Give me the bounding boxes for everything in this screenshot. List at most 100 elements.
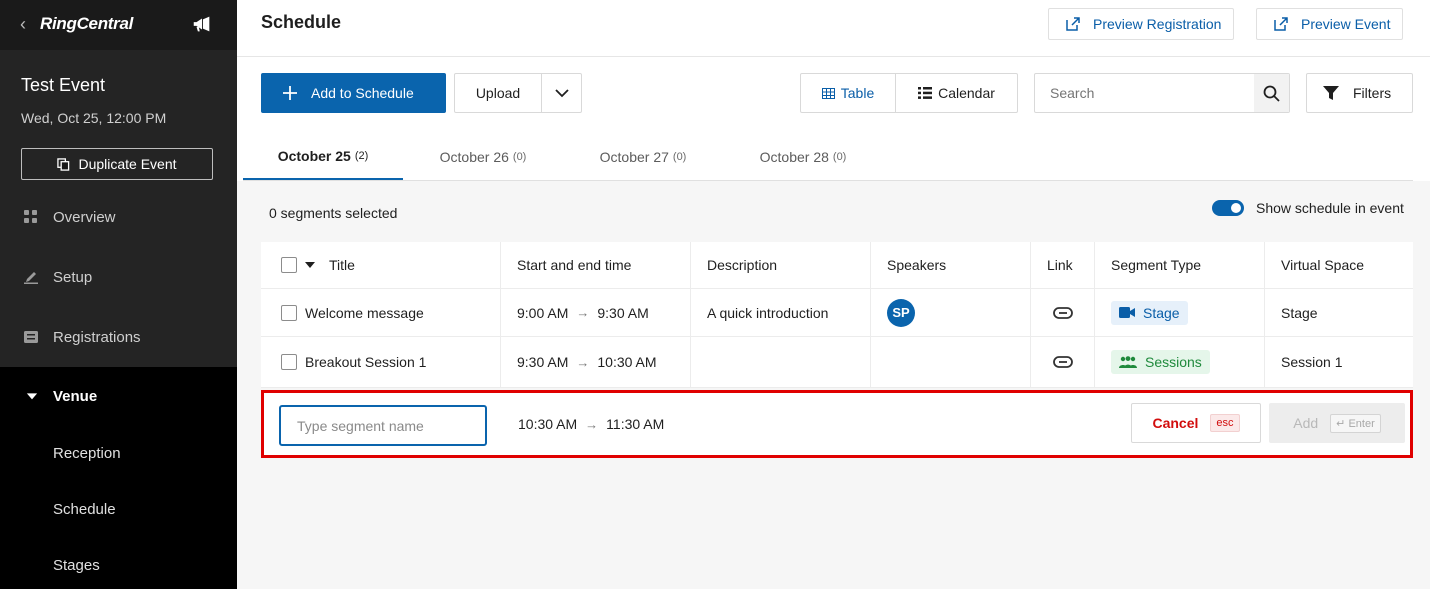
show-schedule-toggle-row: Show schedule in event — [1212, 200, 1404, 216]
row-title-cell: Welcome message — [261, 289, 501, 336]
back-chevron-icon[interactable]: ‹ — [20, 14, 26, 35]
column-segment-type: Segment Type — [1095, 242, 1265, 288]
row-description: A quick introduction — [691, 289, 871, 336]
duplicate-event-label: Duplicate Event — [78, 156, 177, 172]
speaker-avatar[interactable]: SP — [887, 298, 915, 327]
tab-count: (2) — [354, 149, 369, 162]
sidebar-item-overview[interactable]: Overview — [0, 187, 237, 247]
segment-name-input[interactable] — [279, 405, 487, 446]
arrow-right-icon: → — [576, 305, 590, 320]
table-row[interactable]: Breakout Session 1 9:30 AM → 10:30 AM Se… — [261, 337, 1413, 388]
row-checkbox[interactable] — [281, 354, 297, 370]
row-start-time: 9:30 AM — [517, 354, 569, 370]
chevron-down-icon — [554, 88, 569, 97]
tab-october-25[interactable]: October 25 (2) — [243, 133, 403, 180]
row-description — [691, 337, 871, 387]
sidebar-subitem-label: Reception — [53, 444, 121, 462]
table-header-row: Title Start and end time Description Spe… — [261, 242, 1413, 289]
view-toggle: Table Calendar — [800, 73, 1018, 113]
row-link-cell — [1031, 289, 1095, 336]
arrow-right-icon: → — [585, 416, 599, 432]
pencil-icon — [24, 272, 38, 284]
preview-event-button[interactable]: Preview Event — [1256, 8, 1404, 40]
column-title: Title — [261, 242, 501, 288]
sidebar-item-setup[interactable]: Setup — [0, 247, 237, 307]
view-table-button[interactable]: Table — [801, 74, 896, 112]
sidebar-subitem-label: Schedule — [53, 500, 116, 518]
plus-icon — [283, 86, 297, 100]
row-title: Breakout Session 1 — [305, 354, 427, 370]
caret-down-icon — [26, 393, 38, 400]
segment-type-badge: Stage — [1111, 300, 1188, 325]
sidebar: ‹ RingCentral Test Event Wed, Oct 25, 12… — [0, 0, 237, 589]
caret-down-icon[interactable] — [305, 262, 315, 268]
add-to-schedule-label: Add to Schedule — [311, 85, 414, 101]
new-segment-start: 10:30 AM — [518, 416, 578, 432]
tab-october-27[interactable]: October 27 (0) — [563, 133, 723, 180]
new-segment-time[interactable]: 10:30 AM → 11:30 AM — [518, 416, 664, 432]
sidebar-item-label: Venue — [53, 387, 98, 405]
tab-october-26[interactable]: October 26 (0) — [403, 133, 563, 180]
tab-october-28[interactable]: October 28 (0) — [723, 133, 883, 180]
row-title-cell: Breakout Session 1 — [261, 337, 501, 387]
segment-type-label: Stage — [1143, 304, 1180, 321]
duplicate-event-button[interactable]: Duplicate Event — [21, 148, 213, 180]
upload-split-button: Upload — [454, 73, 582, 113]
sidebar-item-registrations[interactable]: Registrations — [0, 307, 237, 367]
sidebar-nav: Overview Setup Registrations Venue Recep… — [0, 187, 237, 589]
page-header: Schedule Preview Registration Preview Ev… — [237, 0, 1430, 57]
people-group-icon — [1119, 355, 1137, 368]
cancel-button[interactable]: Cancel esc — [1131, 403, 1261, 443]
row-end-time: 9:30 AM — [597, 304, 649, 321]
search-button[interactable] — [1254, 74, 1289, 112]
enter-shortcut-hint: ↵ Enter — [1330, 413, 1381, 433]
sidebar-subitem-reception[interactable]: Reception — [0, 425, 237, 481]
external-link-icon — [1274, 17, 1288, 31]
brand-logo[interactable]: RingCentral — [40, 14, 133, 34]
view-calendar-label: Calendar — [938, 85, 995, 101]
copy-icon — [57, 157, 70, 171]
row-speakers-cell: SP — [871, 289, 1031, 336]
link-icon[interactable] — [1052, 356, 1073, 368]
arrow-right-icon: → — [576, 354, 590, 370]
sidebar-item-label: Overview — [53, 208, 116, 226]
event-name: Test Event — [21, 75, 106, 95]
schedule-table: Title Start and end time Description Spe… — [261, 242, 1413, 388]
row-virtual-space: Stage — [1281, 304, 1318, 321]
row-segment-type-cell: Sessions — [1095, 337, 1265, 387]
preview-registration-button[interactable]: Preview Registration — [1048, 8, 1235, 40]
sidebar-item-venue[interactable]: Venue — [0, 367, 237, 425]
column-virtual-space: Virtual Space — [1281, 257, 1365, 273]
table-row[interactable]: Welcome message 9:00 AM → 9:30 AM A quic… — [261, 289, 1413, 337]
link-icon[interactable] — [1052, 306, 1073, 319]
preview-registration-label: Preview Registration — [1093, 16, 1222, 32]
date-tabs: October 25 (2) October 26 (0) October 27 (0… — [243, 133, 1413, 181]
add-segment-button[interactable]: Add ↵ Enter — [1269, 403, 1405, 443]
sidebar-subitem-schedule[interactable]: Schedule — [0, 481, 237, 537]
cancel-label: Cancel — [1152, 415, 1199, 431]
show-schedule-switch[interactable] — [1212, 200, 1244, 216]
segment-type-badge: Sessions — [1111, 350, 1210, 374]
show-schedule-label: Show schedule in event — [1256, 200, 1404, 216]
upload-options-button[interactable] — [542, 74, 581, 112]
tab-count: (0) — [672, 150, 687, 163]
row-checkbox[interactable] — [281, 304, 297, 321]
view-table-label: Table — [840, 85, 875, 101]
row-speakers-cell — [871, 337, 1031, 387]
new-segment-end: 11:30 AM — [606, 416, 665, 432]
tab-label: October 28 — [759, 148, 829, 165]
upload-button[interactable]: Upload — [455, 74, 542, 112]
column-time: Start and end time — [501, 242, 691, 288]
megaphone-icon[interactable] — [191, 13, 213, 35]
tab-count: (0) — [512, 150, 527, 163]
add-label: Add — [1293, 415, 1319, 431]
sidebar-item-label: Registrations — [53, 328, 141, 346]
esc-shortcut-hint: esc — [1210, 414, 1240, 432]
add-to-schedule-button[interactable]: Add to Schedule — [261, 73, 446, 113]
row-segment-type-cell: Stage — [1095, 289, 1265, 336]
filters-button[interactable]: Filters — [1306, 73, 1413, 113]
view-calendar-button[interactable]: Calendar — [896, 74, 1017, 112]
search-input[interactable] — [1035, 74, 1255, 112]
select-all-checkbox[interactable] — [281, 257, 297, 273]
sidebar-subitem-stages[interactable]: Stages — [0, 537, 237, 589]
